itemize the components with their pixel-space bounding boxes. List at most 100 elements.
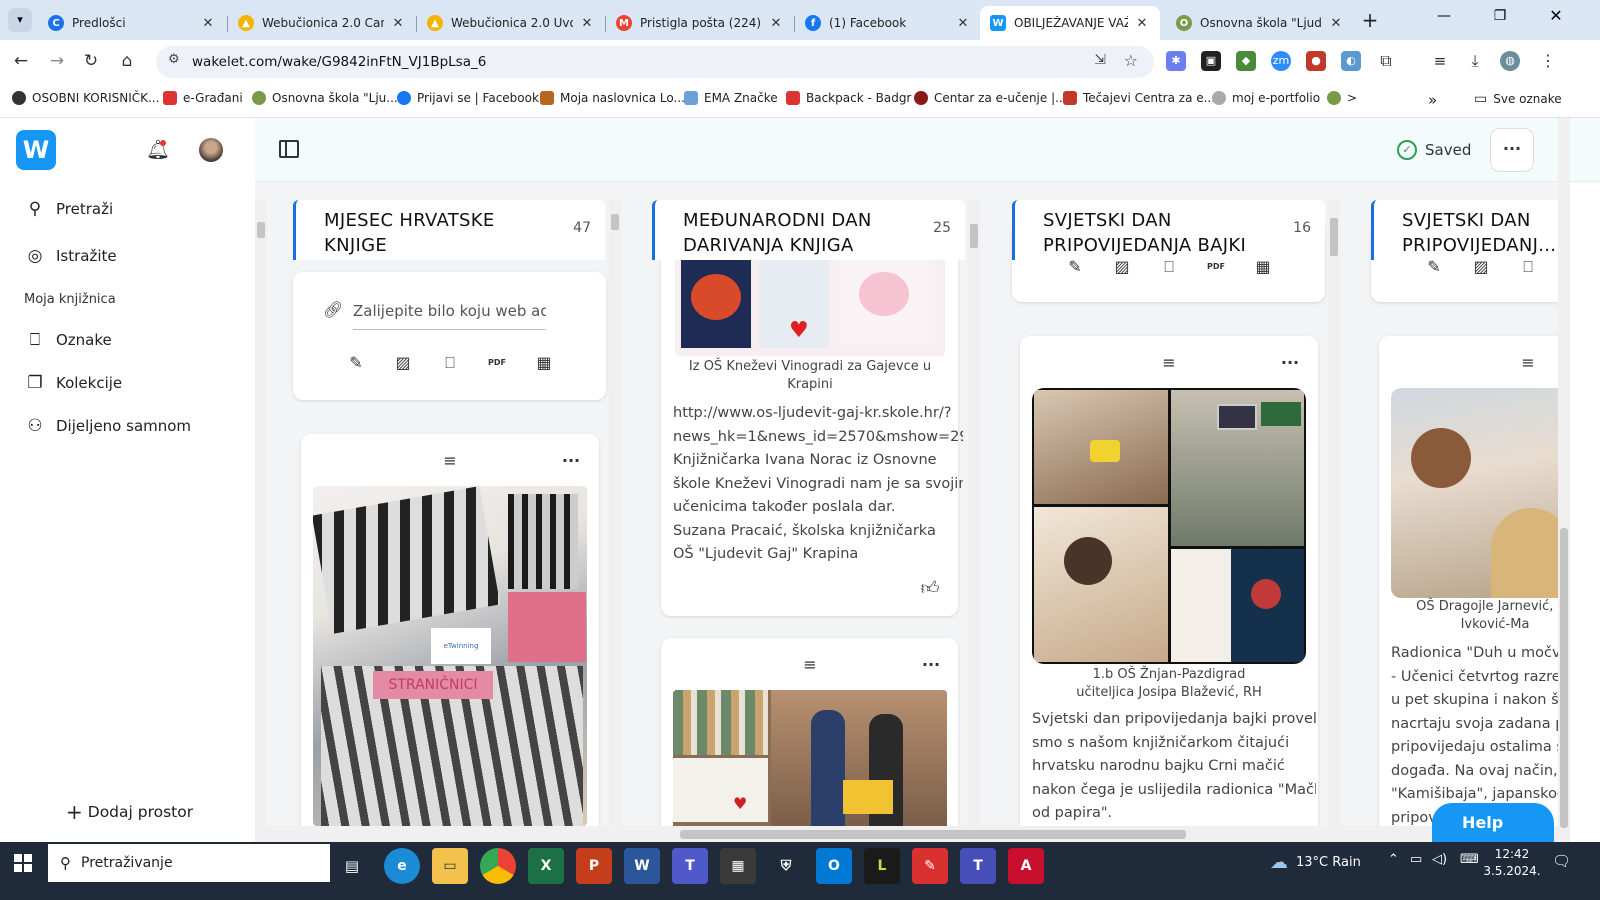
- extension-icon[interactable]: ◐: [1341, 51, 1361, 71]
- close-icon[interactable]: ✕: [955, 16, 971, 31]
- tab-facebook[interactable]: f (1) Facebook ✕: [795, 6, 981, 40]
- add-space-button[interactable]: + Dodaj prostor: [66, 800, 193, 824]
- image-icon[interactable]: ▨: [392, 352, 414, 374]
- bookmark-item[interactable]: moj e-portfolio: [1212, 91, 1320, 105]
- new-tab-button[interactable]: +: [1358, 8, 1382, 32]
- bookmark-icon[interactable]: ⎕: [439, 352, 461, 374]
- bookmark-item[interactable]: EMA Značke: [684, 91, 778, 105]
- drag-handle-icon[interactable]: ≡: [439, 450, 461, 472]
- like-icon[interactable]: 👍︎: [919, 578, 941, 600]
- calculator-icon[interactable]: ▦: [720, 848, 756, 884]
- notifications-icon[interactable]: 🗨︎: [1552, 852, 1571, 870]
- tab-predlosci[interactable]: C Predlošci ✕: [38, 6, 226, 40]
- column-scrollbar[interactable]: [609, 200, 621, 840]
- tab-webucionica-uvod[interactable]: ▲ Webučionica 2.0 Uvod ✕: [417, 6, 605, 40]
- paste-url-input[interactable]: Zalijepite bilo koju web adr: [353, 302, 546, 330]
- bookmark-item[interactable]: Moja naslovnica Lo...: [540, 91, 685, 105]
- more-options-icon[interactable]: ···: [1279, 352, 1301, 374]
- volume-icon[interactable]: ◁): [1432, 852, 1447, 867]
- star-icon[interactable]: ☆: [1124, 51, 1138, 70]
- close-icon[interactable]: ✕: [768, 16, 784, 31]
- tab-gmail[interactable]: MPristigla pošta (224) - g✕: [606, 6, 794, 40]
- tab-osnovna-skola[interactable]: OOsnovna škola "Ljudev✕: [1166, 6, 1354, 40]
- sidebar-item-search[interactable]: ⚲ Pretraži: [24, 198, 113, 220]
- install-app-icon[interactable]: ⇲: [1094, 52, 1106, 68]
- app-icon[interactable]: ✎: [912, 848, 948, 884]
- all-bookmarks-button[interactable]: ▭ Sve oznake: [1474, 91, 1562, 107]
- puzzle-icon[interactable]: ⧉: [1376, 51, 1396, 71]
- security-icon[interactable]: ⛨: [768, 848, 804, 884]
- bookmark-item[interactable]: >: [1327, 91, 1357, 105]
- language-icon[interactable]: ⌨: [1460, 852, 1479, 867]
- reload-button[interactable]: ↻: [80, 50, 102, 72]
- bell-icon[interactable]: 🔔︎: [146, 138, 170, 161]
- horizontal-scrollbar[interactable]: [255, 826, 1558, 842]
- bookmark-item[interactable]: OSOBNI KORISNIČK...: [12, 91, 159, 105]
- download-icon[interactable]: ⤓: [1465, 51, 1485, 71]
- address-bar[interactable]: ⚙ wakelet.com/wake/G9842inFtN_VJ1BpLsa_6…: [156, 46, 1154, 78]
- close-icon[interactable]: ✕: [1134, 16, 1150, 31]
- maximize-button[interactable]: ❐: [1488, 8, 1512, 24]
- taskbar-search[interactable]: ⚲ Pretraživanje: [48, 844, 330, 882]
- clock[interactable]: 12:42 3.5.2024.: [1482, 846, 1542, 880]
- item-link[interactable]: news_hk=1&news_id=2570&mshow=290#m: [673, 426, 963, 450]
- minimize-button[interactable]: —: [1432, 8, 1456, 24]
- help-button[interactable]: Help: [1432, 803, 1554, 843]
- more-bookmarks-button[interactable]: »: [1428, 91, 1437, 109]
- sidebar-item-bookmarks[interactable]: ⎕ Oznake: [24, 329, 112, 351]
- menu-icon[interactable]: ⋮: [1538, 51, 1558, 71]
- drag-handle-icon[interactable]: ≡: [1158, 352, 1180, 374]
- profile-avatar[interactable]: ◍: [1500, 51, 1520, 71]
- pdf-icon[interactable]: PDF: [486, 352, 508, 374]
- forward-button[interactable]: →: [46, 50, 68, 72]
- toggle-sidebar-icon[interactable]: [279, 140, 299, 158]
- item-link[interactable]: http://www.os-ljudevit-gaj-kr.skole.hr/?: [673, 402, 963, 426]
- zoom-extension-icon[interactable]: zm: [1271, 51, 1291, 71]
- more-options-icon[interactable]: ···: [920, 654, 942, 676]
- tray-chevron-icon[interactable]: ⌃: [1388, 852, 1399, 867]
- outlook-icon[interactable]: O: [816, 848, 852, 884]
- column-scrollbar[interactable]: [255, 200, 267, 840]
- more-options-button[interactable]: ···: [1490, 128, 1534, 172]
- close-icon[interactable]: ✕: [390, 16, 406, 31]
- sidebar-item-shared[interactable]: ⚇ Dijeljeno samnom: [24, 415, 191, 437]
- teams-classic-icon[interactable]: T: [960, 848, 996, 884]
- edge-icon[interactable]: e: [384, 848, 420, 884]
- teams-icon[interactable]: T: [672, 848, 708, 884]
- extension-icon[interactable]: ●: [1306, 51, 1326, 71]
- extension-icon[interactable]: ◆: [1236, 51, 1256, 71]
- excel-icon[interactable]: X: [528, 848, 564, 884]
- close-icon[interactable]: ✕: [1328, 16, 1344, 31]
- bookmark-item[interactable]: Backpack - Badgr: [786, 91, 911, 105]
- page-scrollbar[interactable]: [1558, 118, 1570, 842]
- app-l-icon[interactable]: L: [864, 848, 900, 884]
- wakelet-logo[interactable]: W: [16, 130, 56, 170]
- home-button[interactable]: ⌂: [116, 50, 138, 72]
- media-icon[interactable]: ≡: [1430, 51, 1450, 71]
- more-options-icon[interactable]: ···: [560, 450, 582, 472]
- tab-obiljezavanje[interactable]: WOBILJEŽAVANJE VAŽNI✕: [980, 6, 1160, 40]
- drag-handle-icon[interactable]: ≡: [799, 654, 821, 676]
- chrome-icon[interactable]: [480, 848, 516, 884]
- bookmark-item[interactable]: Tečajevi Centra za e...: [1063, 91, 1215, 105]
- drag-handle-icon[interactable]: ≡: [1517, 352, 1539, 374]
- bookmark-item[interactable]: Prijavi se | Facebook: [397, 91, 539, 105]
- windows-start-icon[interactable]: [14, 854, 32, 872]
- extension-icon[interactable]: ✱: [1166, 51, 1186, 71]
- extension-icon[interactable]: ▣: [1201, 51, 1221, 71]
- bookmark-item[interactable]: Osnovna škola "Lju...: [252, 91, 398, 105]
- bookmark-item[interactable]: Centar za e-učenje |...: [914, 91, 1067, 105]
- column-scrollbar[interactable]: [968, 200, 980, 840]
- tab-search-button[interactable]: ▾: [8, 8, 32, 32]
- file-explorer-icon[interactable]: ▭: [432, 848, 468, 884]
- close-icon[interactable]: ✕: [200, 16, 216, 31]
- close-icon[interactable]: ✕: [579, 16, 595, 31]
- weather-widget[interactable]: ☁ 13°C Rain: [1270, 852, 1361, 873]
- bookmark-item[interactable]: e-Građani: [163, 91, 243, 105]
- sidebar-item-collections[interactable]: ❐ Kolekcije: [24, 372, 122, 394]
- edit-note-icon[interactable]: ✎: [345, 352, 367, 374]
- column-scrollbar[interactable]: [1328, 200, 1340, 840]
- qr-code-icon[interactable]: ▦: [533, 352, 555, 374]
- site-info-icon[interactable]: ⚙: [168, 52, 180, 67]
- task-view-icon[interactable]: ▤: [334, 848, 370, 884]
